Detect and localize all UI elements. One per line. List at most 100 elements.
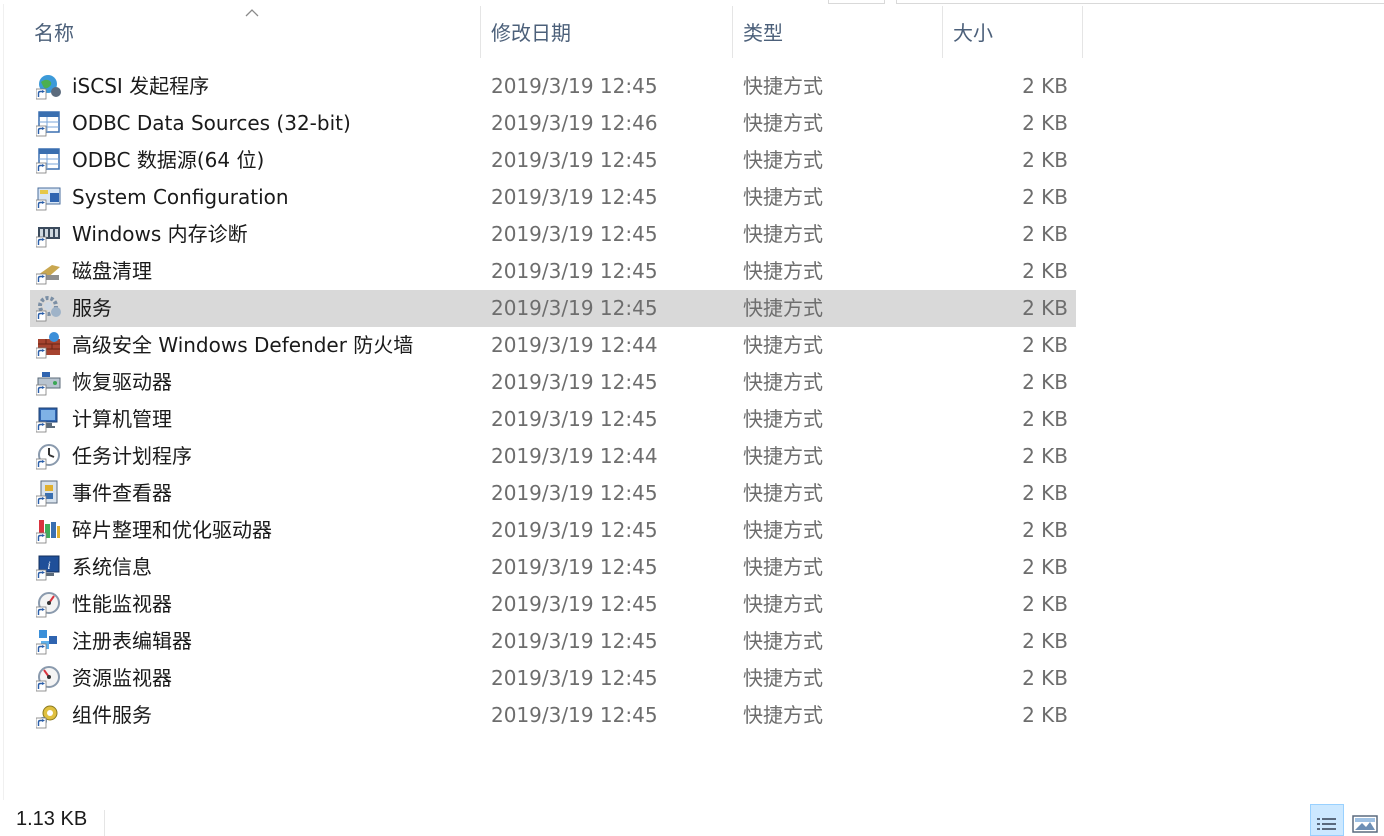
file-modified-date: 2019/3/19 12:45	[491, 592, 658, 616]
file-row[interactable]: iSCSI 发起程序 2019/3/19 12:45 快捷方式 2 KB	[30, 68, 1076, 105]
file-size: 2 KB	[1022, 111, 1068, 135]
system-config-icon	[35, 183, 64, 211]
file-modified-date: 2019/3/19 12:45	[491, 74, 658, 98]
file-modified-date: 2019/3/19 12:45	[491, 666, 658, 690]
file-type: 快捷方式	[743, 666, 823, 690]
pane-divider	[3, 4, 4, 800]
recovery-drive-icon	[35, 368, 64, 396]
event-viewer-icon	[35, 479, 64, 507]
file-name: 高级安全 Windows Defender 防火墙	[72, 333, 414, 357]
file-row[interactable]: ODBC 数据源(64 位) 2019/3/19 12:45 快捷方式 2 KB	[30, 142, 1076, 179]
file-size: 2 KB	[1022, 296, 1068, 320]
file-size: 2 KB	[1022, 444, 1068, 468]
file-name: iSCSI 发起程序	[72, 74, 210, 98]
file-name: ODBC 数据源(64 位)	[72, 148, 265, 172]
odbc-table-icon	[35, 109, 64, 137]
file-row[interactable]: i 系统信息 2019/3/19 12:45 快捷方式 2 KB	[30, 549, 1076, 586]
computer-management-icon	[35, 405, 64, 433]
component-services-icon	[35, 701, 64, 729]
file-row[interactable]: 组件服务 2019/3/19 12:45 快捷方式 2 KB	[30, 697, 1076, 734]
file-modified-date: 2019/3/19 12:45	[491, 296, 658, 320]
file-type: 快捷方式	[743, 444, 823, 468]
file-modified-date: 2019/3/19 12:45	[491, 222, 658, 246]
file-row[interactable]: 碎片整理和优化驱动器 2019/3/19 12:45 快捷方式 2 KB	[30, 512, 1076, 549]
file-name: ODBC Data Sources (32-bit)	[72, 111, 351, 135]
file-type: 快捷方式	[743, 148, 823, 172]
file-modified-date: 2019/3/19 12:46	[491, 111, 658, 135]
file-type: 快捷方式	[743, 185, 823, 209]
registry-cubes-icon	[35, 627, 64, 655]
file-explorer-window: 名称 修改日期 类型 大小 iSCSI 发起程序 2019/3/19 12:45 快…	[0, 0, 1384, 836]
column-header-size-label: 大小	[953, 21, 993, 45]
file-size: 2 KB	[1022, 148, 1068, 172]
firewall-brick-icon	[35, 331, 64, 359]
file-row[interactable]: ODBC Data Sources (32-bit) 2019/3/19 12:4…	[30, 105, 1076, 142]
file-row[interactable]: System Configuration 2019/3/19 12:45 快捷方式 2…	[30, 179, 1076, 216]
details-view-button[interactable]	[1310, 804, 1344, 836]
file-name: 性能监视器	[72, 592, 172, 616]
file-row[interactable]: 任务计划程序 2019/3/19 12:44 快捷方式 2 KB	[30, 438, 1076, 475]
file-modified-date: 2019/3/19 12:45	[491, 555, 658, 579]
file-modified-date: 2019/3/19 12:44	[491, 444, 658, 468]
file-name: System Configuration	[72, 185, 289, 209]
file-type: 快捷方式	[743, 703, 823, 727]
file-type: 快捷方式	[743, 222, 823, 246]
file-type: 快捷方式	[743, 518, 823, 542]
search-box-edge[interactable]	[896, 0, 1384, 4]
task-scheduler-clock-icon	[35, 442, 64, 470]
file-row[interactable]: 恢复驱动器 2019/3/19 12:45 快捷方式 2 KB	[30, 364, 1076, 401]
file-size: 2 KB	[1022, 222, 1068, 246]
selection-size-text: 1.13 KB	[16, 808, 88, 830]
iscsi-globe-icon	[35, 72, 64, 100]
file-size: 2 KB	[1022, 592, 1068, 616]
file-type: 快捷方式	[743, 555, 823, 579]
file-name: Windows 内存诊断	[72, 222, 248, 246]
disk-cleanup-icon	[35, 257, 64, 285]
defrag-icon	[35, 516, 64, 544]
file-size: 2 KB	[1022, 370, 1068, 394]
file-modified-date: 2019/3/19 12:45	[491, 185, 658, 209]
large-icons-view-button[interactable]	[1348, 804, 1382, 836]
file-type: 快捷方式	[743, 296, 823, 320]
column-header-size[interactable]: 大小	[943, 6, 1083, 58]
odbc-table-icon	[35, 146, 64, 174]
column-header-name[interactable]: 名称	[24, 6, 481, 58]
file-row[interactable]: 资源监视器 2019/3/19 12:45 快捷方式 2 KB	[30, 660, 1076, 697]
file-name: 碎片整理和优化驱动器	[72, 518, 272, 542]
nav-button-edge[interactable]	[828, 0, 885, 4]
column-header-type[interactable]: 类型	[733, 6, 943, 58]
file-modified-date: 2019/3/19 12:45	[491, 629, 658, 653]
file-size: 2 KB	[1022, 407, 1068, 431]
file-size: 2 KB	[1022, 666, 1068, 690]
file-row[interactable]: 事件查看器 2019/3/19 12:45 快捷方式 2 KB	[30, 475, 1076, 512]
svg-text:i: i	[47, 558, 50, 572]
file-size: 2 KB	[1022, 74, 1068, 98]
file-name: 事件查看器	[72, 481, 172, 505]
file-name: 系统信息	[72, 555, 152, 579]
file-row[interactable]: 性能监视器 2019/3/19 12:45 快捷方式 2 KB	[30, 586, 1076, 623]
file-size: 2 KB	[1022, 259, 1068, 283]
file-name: 任务计划程序	[72, 444, 192, 468]
file-size: 2 KB	[1022, 629, 1068, 653]
file-type: 快捷方式	[743, 111, 823, 135]
file-type: 快捷方式	[743, 370, 823, 394]
file-row[interactable]: 磁盘清理 2019/3/19 12:45 快捷方式 2 KB	[30, 253, 1076, 290]
file-type: 快捷方式	[743, 333, 823, 357]
column-header-modified[interactable]: 修改日期	[481, 6, 733, 58]
file-size: 2 KB	[1022, 555, 1068, 579]
file-size: 2 KB	[1022, 518, 1068, 542]
file-size: 2 KB	[1022, 481, 1068, 505]
file-row[interactable]: 高级安全 Windows Defender 防火墙 2019/3/19 12:44…	[30, 327, 1076, 364]
file-row[interactable]: 计算机管理 2019/3/19 12:45 快捷方式 2 KB	[30, 401, 1076, 438]
file-name: 资源监视器	[72, 666, 172, 690]
file-modified-date: 2019/3/19 12:45	[491, 518, 658, 542]
file-type: 快捷方式	[743, 407, 823, 431]
file-row[interactable]: 注册表编辑器 2019/3/19 12:45 快捷方式 2 KB	[30, 623, 1076, 660]
file-row[interactable]: 服务 2019/3/19 12:45 快捷方式 2 KB	[30, 290, 1076, 327]
file-modified-date: 2019/3/19 12:45	[491, 370, 658, 394]
file-modified-date: 2019/3/19 12:45	[491, 407, 658, 431]
file-row[interactable]: Windows 内存诊断 2019/3/19 12:45 快捷方式 2 KB	[30, 216, 1076, 253]
file-name: 计算机管理	[72, 407, 172, 431]
file-name: 组件服务	[72, 703, 152, 727]
file-type: 快捷方式	[743, 481, 823, 505]
